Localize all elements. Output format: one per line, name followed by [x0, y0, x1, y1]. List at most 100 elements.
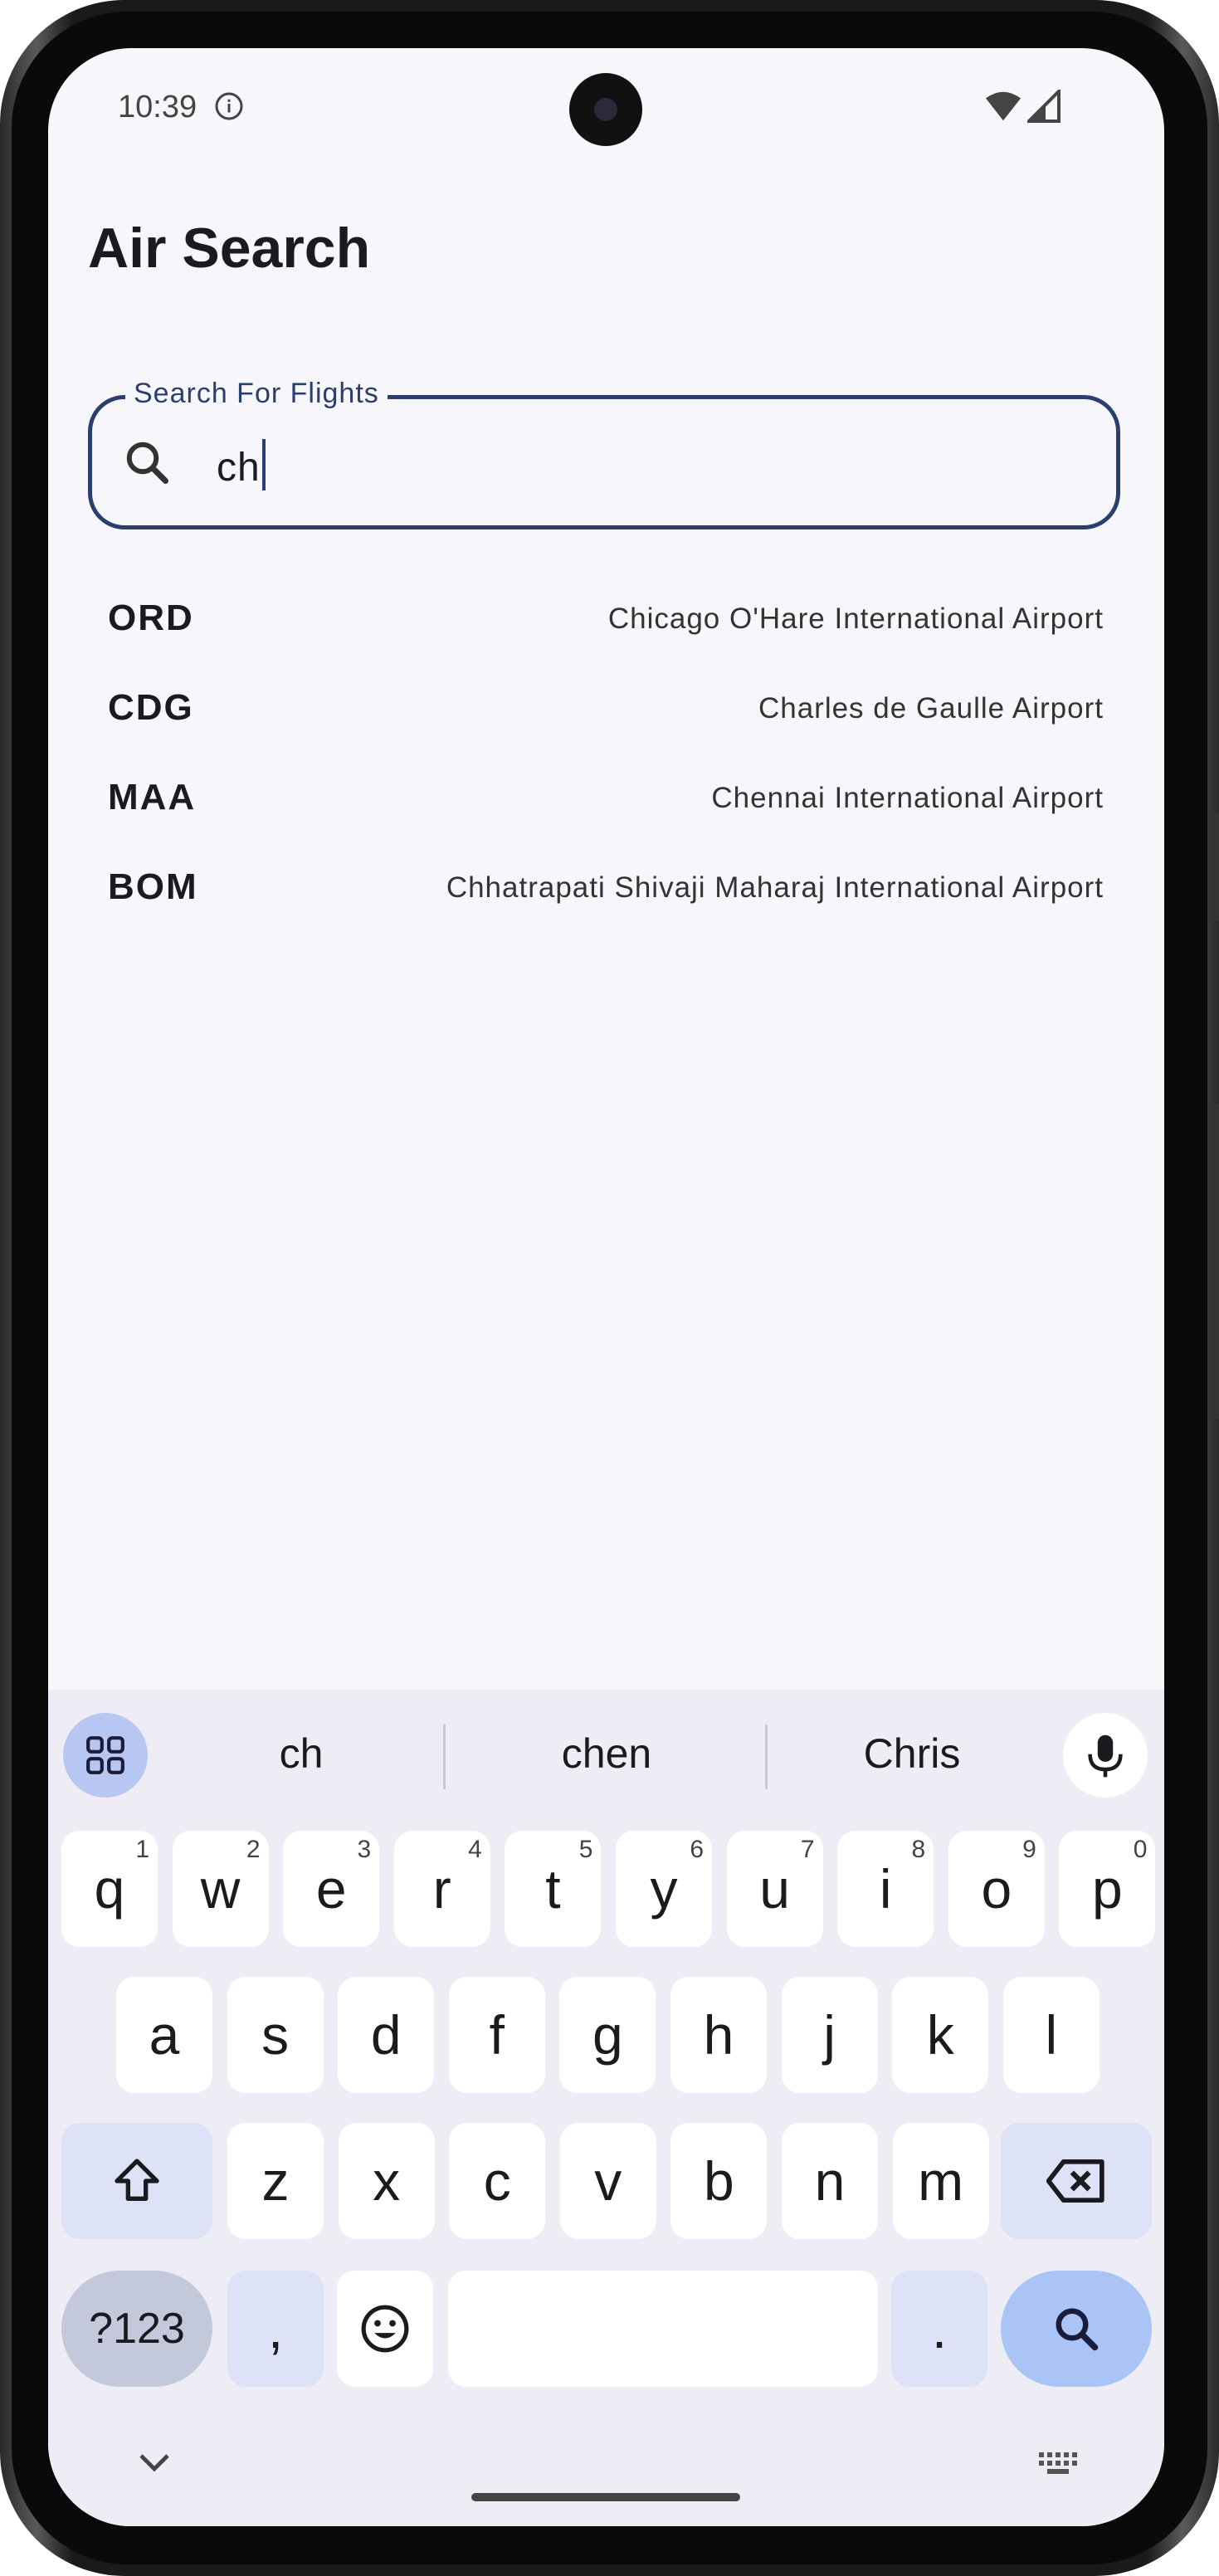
- airport-code: BOM: [108, 866, 198, 907]
- emoji-key[interactable]: [337, 2271, 433, 2387]
- suggestion-chris[interactable]: Chris: [775, 1730, 1049, 1778]
- key-i[interactable]: i8: [837, 1831, 934, 1947]
- keyboard-switch-icon[interactable]: [1037, 2450, 1080, 2478]
- key-d[interactable]: d: [338, 1977, 435, 2093]
- result-row[interactable]: CDG Charles de Gaulle Airport: [108, 679, 1104, 768]
- key-number-hint: 8: [911, 1836, 926, 1863]
- key-b[interactable]: b: [670, 2123, 768, 2239]
- key-r[interactable]: r4: [393, 1831, 490, 1947]
- search-input[interactable]: ch: [217, 439, 266, 490]
- key-f[interactable]: f: [448, 1977, 545, 2093]
- key-label: r: [432, 1858, 451, 1920]
- key-u[interactable]: u7: [726, 1831, 823, 1947]
- key-y[interactable]: y6: [616, 1831, 712, 1947]
- key-number-hint: 1: [135, 1836, 149, 1863]
- front-camera: [569, 73, 642, 146]
- key-l[interactable]: l: [1002, 1977, 1100, 2093]
- key-number-hint: 6: [690, 1836, 704, 1863]
- navigation-bar: [48, 2418, 1164, 2526]
- suggestion-ch[interactable]: ch: [164, 1730, 438, 1778]
- key-p[interactable]: p0: [1059, 1831, 1156, 1947]
- airport-code: ORD: [108, 598, 194, 638]
- airport-name: Chennai International Airport: [711, 782, 1104, 814]
- key-q[interactable]: q1: [61, 1831, 158, 1947]
- search-field[interactable]: Search For Flights ch: [88, 378, 1120, 529]
- shift-key[interactable]: [61, 2123, 212, 2239]
- space-key[interactable]: [448, 2271, 878, 2387]
- key-label: u: [759, 1858, 790, 1920]
- key-g[interactable]: g: [559, 1977, 656, 2093]
- key-number-hint: 4: [468, 1836, 482, 1863]
- period-key[interactable]: .: [891, 2271, 987, 2387]
- key-number-hint: 2: [246, 1836, 261, 1863]
- key-m[interactable]: m: [892, 2123, 989, 2239]
- key-label: t: [545, 1858, 561, 1920]
- airport-results-list: ORD Chicago O'Hare International Airport…: [108, 589, 1104, 948]
- key-number-hint: 0: [1133, 1836, 1148, 1863]
- side-button: [1212, 1104, 1219, 1419]
- microphone-icon: [1088, 1734, 1123, 1778]
- key-a[interactable]: a: [116, 1977, 212, 2093]
- search-icon: [1056, 2308, 1099, 2351]
- key-label: q: [94, 1858, 125, 1920]
- phone-frame: 10:39 Air Search Search For Flights ch O…: [0, 0, 1219, 2576]
- page-title: Air Search: [88, 217, 371, 280]
- key-v[interactable]: v: [559, 2123, 656, 2239]
- status-bar: 10:39: [48, 48, 1164, 181]
- divider: [443, 1725, 446, 1789]
- key-n[interactable]: n: [782, 2123, 878, 2239]
- info-icon: [215, 92, 243, 120]
- search-icon: [126, 442, 168, 484]
- backspace-key[interactable]: [1001, 2123, 1152, 2239]
- airport-name: Charles de Gaulle Airport: [758, 692, 1104, 724]
- wifi-icon: [985, 91, 1022, 121]
- result-row[interactable]: BOM Chhatrapati Shivaji Maharaj Internat…: [108, 858, 1104, 948]
- backspace-icon: [1046, 2159, 1104, 2203]
- key-x[interactable]: x: [338, 2123, 435, 2239]
- key-k[interactable]: k: [892, 1977, 989, 2093]
- key-number-hint: 3: [357, 1836, 372, 1863]
- key-number-hint: 9: [1022, 1836, 1036, 1863]
- volume-button: [1212, 813, 1219, 921]
- emoji-icon: [361, 2305, 409, 2353]
- grid-icon: [86, 1736, 124, 1774]
- divider: [765, 1725, 768, 1789]
- key-label: o: [981, 1858, 1012, 1920]
- key-number-hint: 7: [800, 1836, 815, 1863]
- shift-icon: [115, 2159, 159, 2201]
- airport-code: CDG: [108, 687, 194, 728]
- suggestion-strip: ch chen Chris: [48, 1690, 1164, 1814]
- key-o[interactable]: o9: [948, 1831, 1045, 1947]
- key-label: i: [879, 1858, 892, 1920]
- suggestion-chen[interactable]: chen: [470, 1730, 744, 1778]
- key-label: y: [650, 1858, 678, 1920]
- key-label: w: [200, 1858, 241, 1920]
- result-row[interactable]: MAA Chennai International Airport: [108, 768, 1104, 858]
- on-screen-keyboard: ch chen Chris q1w2e3r4t5y6u7i8o9p0 asdfg…: [48, 1690, 1164, 2526]
- symbols-key[interactable]: ?123: [61, 2271, 212, 2387]
- key-e[interactable]: e3: [283, 1831, 380, 1947]
- key-number-hint: 5: [578, 1836, 593, 1863]
- key-label: p: [1092, 1858, 1123, 1920]
- airport-name: Chhatrapati Shivaji Maharaj Internationa…: [446, 871, 1104, 904]
- voice-input-button[interactable]: [1063, 1713, 1148, 1798]
- key-label: e: [315, 1858, 347, 1920]
- text-cursor: [261, 439, 266, 490]
- home-indicator[interactable]: [471, 2493, 740, 2501]
- key-h[interactable]: h: [670, 1977, 767, 2093]
- chevron-down-icon[interactable]: [138, 2452, 171, 2473]
- key-z[interactable]: z: [227, 2123, 324, 2239]
- search-field-label: Search For Flights: [125, 378, 388, 410]
- keyboard-apps-button[interactable]: [63, 1713, 148, 1798]
- comma-key[interactable]: ,: [227, 2271, 324, 2387]
- key-w[interactable]: w2: [172, 1831, 269, 1947]
- key-t[interactable]: t5: [505, 1831, 602, 1947]
- key-s[interactable]: s: [227, 1977, 324, 2093]
- screen: 10:39 Air Search Search For Flights ch O…: [48, 48, 1164, 2526]
- cellular-signal-icon: [1027, 90, 1061, 123]
- key-c[interactable]: c: [449, 2123, 546, 2239]
- search-action-key[interactable]: [1001, 2271, 1152, 2387]
- key-j[interactable]: j: [781, 1977, 878, 2093]
- result-row[interactable]: ORD Chicago O'Hare International Airport: [108, 589, 1104, 679]
- airport-name: Chicago O'Hare International Airport: [607, 603, 1104, 635]
